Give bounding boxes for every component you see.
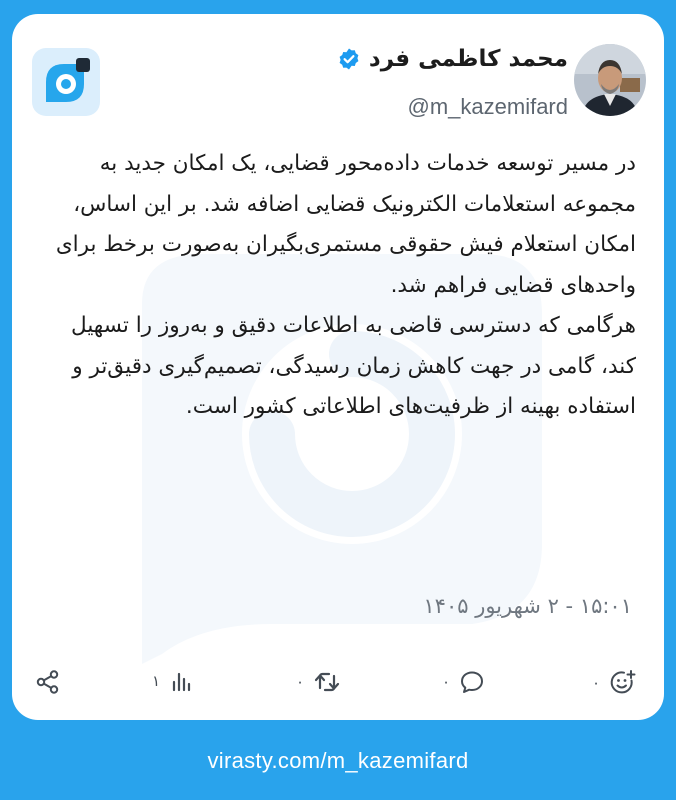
reply-button[interactable]: ۰	[442, 668, 486, 696]
repost-count: ۰	[296, 673, 305, 691]
author-display-name[interactable]: محمد کاظمی فرد	[369, 46, 568, 72]
post-paragraph: هرگامی که دسترسی قاضی به اطلاعات دقیق و …	[71, 313, 636, 419]
reply-count: ۰	[442, 673, 451, 691]
views-chart-icon	[172, 672, 191, 692]
repost-button[interactable]: ۰	[296, 668, 342, 696]
post-timestamp: ۱۵:۰۱ - ۲ شهریور ۱۴۰۵	[423, 594, 632, 618]
post-paragraph: در مسیر توسعه خدمات داده‌محور قضایی، یک …	[55, 151, 636, 298]
author-name-row: محمد کاظمی فرد	[337, 46, 568, 72]
views-button[interactable]: ۱	[152, 668, 194, 694]
share-button[interactable]	[34, 668, 62, 696]
author-handle[interactable]: @m_kazemifard	[408, 94, 569, 120]
react-count: ۰	[592, 674, 601, 692]
post-card: محمد کاظمی فرد @m_kazemifard در مسیر توس…	[12, 14, 664, 720]
add-reaction-icon	[610, 670, 636, 694]
share-icon	[36, 670, 59, 694]
footer-profile-link[interactable]: virasty.com/m_kazemifard	[0, 748, 676, 774]
avatar[interactable]	[574, 44, 646, 116]
react-button[interactable]: ۰	[592, 668, 638, 698]
post-body: در مسیر توسعه خدمات داده‌محور قضایی، یک …	[36, 144, 636, 428]
repost-icon	[314, 672, 340, 692]
virasty-logo-icon	[32, 48, 100, 116]
action-bar: ۱ ۰ ۰ ۰	[12, 664, 664, 704]
verified-badge-icon	[339, 48, 359, 70]
reply-bubble-icon	[461, 671, 484, 693]
views-count: ۱	[152, 672, 161, 690]
